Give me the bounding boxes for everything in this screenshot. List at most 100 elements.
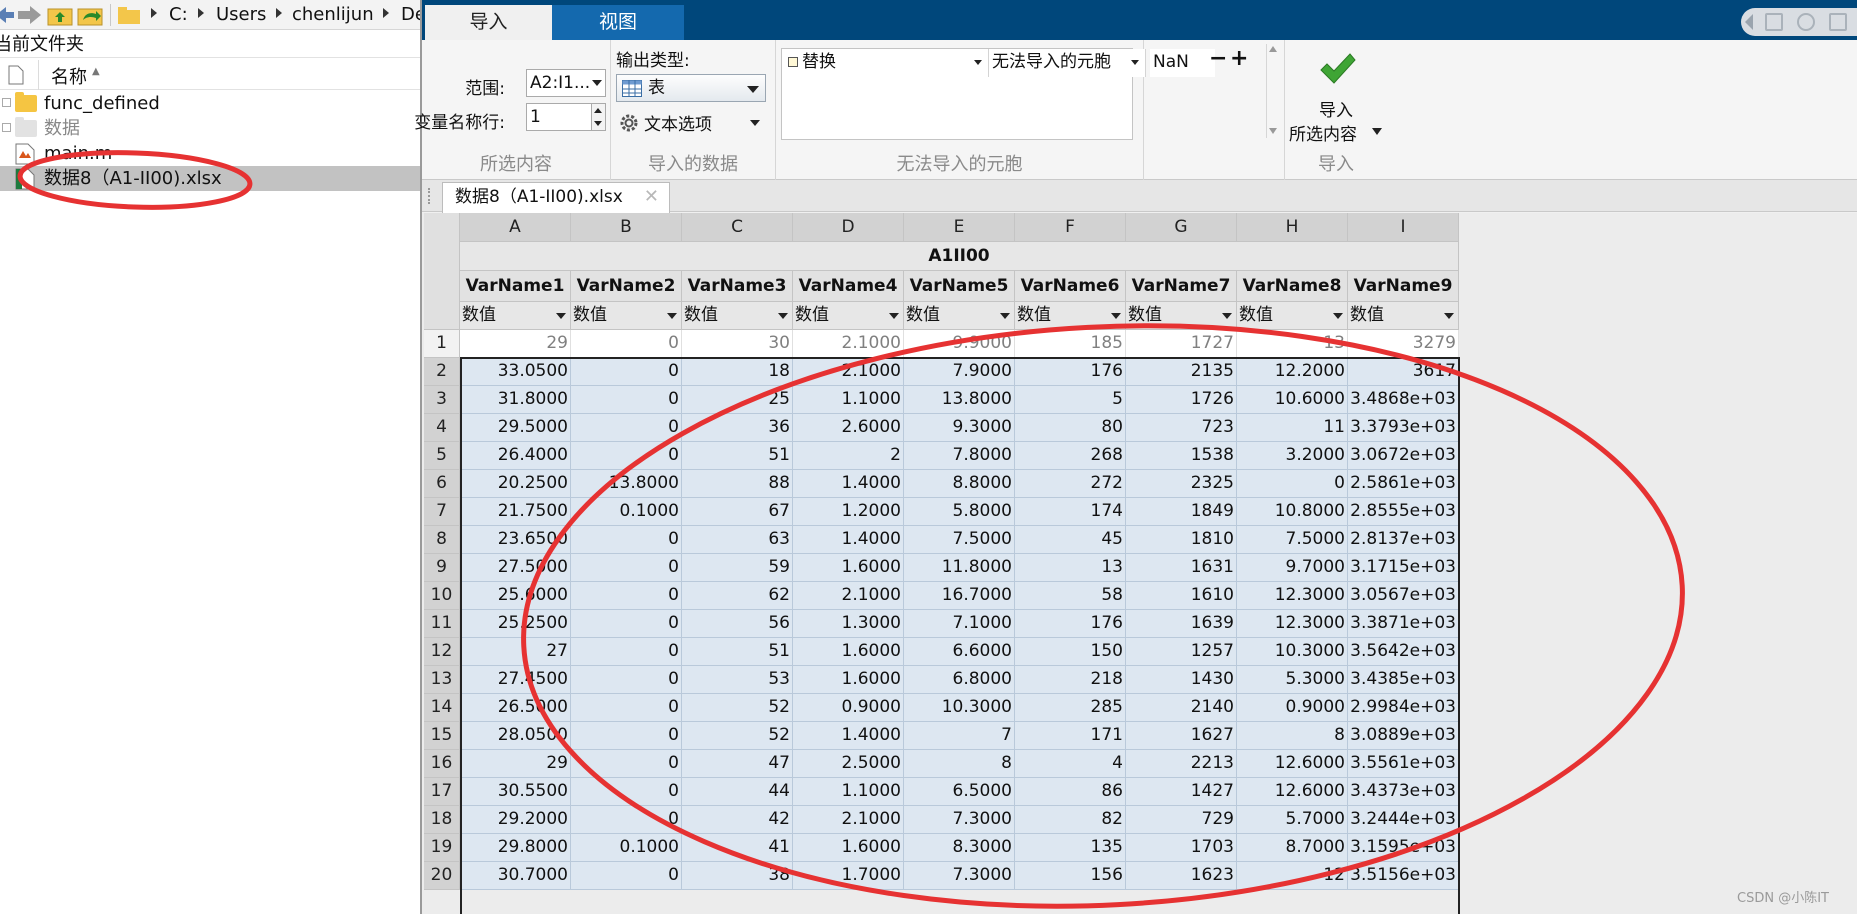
row-header[interactable]: 6 (424, 470, 460, 498)
table-cell[interactable]: 3.0567e+03 (1348, 582, 1459, 610)
table-cell[interactable]: 1.6000 (793, 554, 904, 582)
table-cell[interactable]: 174 (1015, 498, 1126, 526)
table-cell[interactable]: 1.1000 (793, 778, 904, 806)
column-header[interactable]: I (1348, 213, 1459, 242)
copy-icon[interactable] (1829, 13, 1847, 31)
rules-scrollbar[interactable] (1266, 44, 1278, 138)
table-cell[interactable]: 1.3000 (793, 610, 904, 638)
table-cell[interactable]: 1430 (1126, 666, 1237, 694)
table-cell[interactable]: 268 (1015, 442, 1126, 470)
table-cell[interactable]: 0 (1237, 470, 1348, 498)
table-cell[interactable]: 2325 (1126, 470, 1237, 498)
table-cell[interactable]: 28.0500 (460, 722, 571, 750)
spin-up-icon[interactable] (591, 104, 605, 117)
table-cell[interactable]: 3.1595e+03 (1348, 834, 1459, 862)
table-cell[interactable]: 0 (571, 778, 682, 806)
remove-rule-button[interactable]: − (1209, 46, 1227, 71)
table-cell[interactable]: 0 (571, 330, 682, 358)
table-cell[interactable]: 2.1000 (793, 582, 904, 610)
table-cell[interactable]: 723 (1126, 414, 1237, 442)
table-cell[interactable]: 0 (571, 554, 682, 582)
variable-type-dropdown[interactable]: 数值 (1126, 302, 1237, 330)
table-cell[interactable]: 0.9000 (1237, 694, 1348, 722)
table-cell[interactable]: 7.9000 (904, 358, 1015, 386)
variable-type-dropdown[interactable]: 数值 (904, 302, 1015, 330)
table-cell[interactable]: 3279 (1348, 330, 1459, 358)
table-cell[interactable]: 30 (682, 330, 793, 358)
table-cell[interactable]: 7.8000 (904, 442, 1015, 470)
breadcrumb-item[interactable]: Users (216, 4, 266, 25)
table-cell[interactable]: 13.8000 (571, 470, 682, 498)
table-cell[interactable]: 13.8000 (904, 386, 1015, 414)
scroll-down-icon[interactable] (1269, 128, 1277, 134)
table-cell[interactable]: 2.5000 (793, 750, 904, 778)
breadcrumb-item[interactable]: C: (169, 4, 188, 25)
table-cell[interactable]: 67 (682, 498, 793, 526)
row-header[interactable]: 20 (424, 862, 460, 890)
variable-name-cell[interactable]: VarName9 (1348, 271, 1459, 302)
table-cell[interactable]: 47 (682, 750, 793, 778)
table-cell[interactable]: 63 (682, 526, 793, 554)
table-cell[interactable]: 1.4000 (793, 526, 904, 554)
table-cell[interactable]: 156 (1015, 862, 1126, 890)
up-folder-icon[interactable] (47, 3, 73, 27)
table-cell[interactable]: 80 (1015, 414, 1126, 442)
table-cell[interactable]: 45 (1015, 526, 1126, 554)
table-cell[interactable]: 176 (1015, 610, 1126, 638)
checkbox-icon[interactable] (788, 57, 798, 67)
column-header[interactable]: A (460, 213, 571, 242)
table-cell[interactable]: 272 (1015, 470, 1126, 498)
table-cell[interactable]: 31.8000 (460, 386, 571, 414)
table-cell[interactable]: 218 (1015, 666, 1126, 694)
table-cell[interactable]: 2.1000 (793, 330, 904, 358)
table-cell[interactable]: 2.9984e+03 (1348, 694, 1459, 722)
table-cell[interactable]: 8.3000 (904, 834, 1015, 862)
varname-row-input[interactable]: 1 (526, 103, 606, 131)
table-cell[interactable]: 3.1715e+03 (1348, 554, 1459, 582)
expand-icon[interactable] (2, 123, 11, 132)
table-cell[interactable]: 0 (571, 386, 682, 414)
table-cell[interactable]: 1610 (1126, 582, 1237, 610)
variable-name-cell[interactable]: VarName8 (1237, 271, 1348, 302)
table-cell[interactable]: 25 (682, 386, 793, 414)
table-cell[interactable]: 0.1000 (571, 834, 682, 862)
table-cell[interactable]: 12.6000 (1237, 778, 1348, 806)
table-cell[interactable]: 13 (1237, 330, 1348, 358)
table-cell[interactable]: 51 (682, 638, 793, 666)
spin-down-icon[interactable] (591, 117, 605, 130)
row-header[interactable]: 15 (424, 722, 460, 750)
table-cell[interactable]: 3.2444e+03 (1348, 806, 1459, 834)
table-cell[interactable]: 1.4000 (793, 470, 904, 498)
output-type-dropdown[interactable]: 表 (616, 74, 766, 102)
table-cell[interactable]: 1703 (1126, 834, 1237, 862)
cut-icon[interactable] (1797, 13, 1815, 31)
variable-name-cell[interactable]: VarName2 (571, 271, 682, 302)
document-tab[interactable]: 数据8（A1-II00).xlsx ✕ (442, 182, 670, 213)
table-cell[interactable]: 23.6500 (460, 526, 571, 554)
table-cell[interactable]: 0 (571, 806, 682, 834)
table-cell[interactable]: 29 (460, 330, 571, 358)
table-cell[interactable]: 185 (1015, 330, 1126, 358)
table-cell[interactable]: 8.8000 (904, 470, 1015, 498)
table-cell[interactable]: 3.4868e+03 (1348, 386, 1459, 414)
table-cell[interactable]: 9.7000 (1237, 554, 1348, 582)
table-cell[interactable]: 6.5000 (904, 778, 1015, 806)
row-header[interactable]: 2 (424, 358, 460, 386)
table-cell[interactable]: 0 (571, 862, 682, 890)
table-cell[interactable]: 29.8000 (460, 834, 571, 862)
table-cell[interactable]: 3.0672e+03 (1348, 442, 1459, 470)
table-cell[interactable]: 7.5000 (904, 526, 1015, 554)
column-header[interactable]: D (793, 213, 904, 242)
table-cell[interactable]: 25.6000 (460, 582, 571, 610)
table-cell[interactable]: 3.0889e+03 (1348, 722, 1459, 750)
table-cell[interactable]: 3.4385e+03 (1348, 666, 1459, 694)
table-cell[interactable]: 44 (682, 778, 793, 806)
table-cell[interactable]: 62 (682, 582, 793, 610)
table-cell[interactable]: 2.6000 (793, 414, 904, 442)
variable-name-cell[interactable]: VarName4 (793, 271, 904, 302)
file-list-item[interactable]: 数据 (0, 116, 420, 141)
table-cell[interactable]: 7 (904, 722, 1015, 750)
variable-type-dropdown[interactable]: 数值 (571, 302, 682, 330)
text-options-button[interactable]: 文本选项 (616, 108, 766, 136)
row-header[interactable]: 14 (424, 694, 460, 722)
